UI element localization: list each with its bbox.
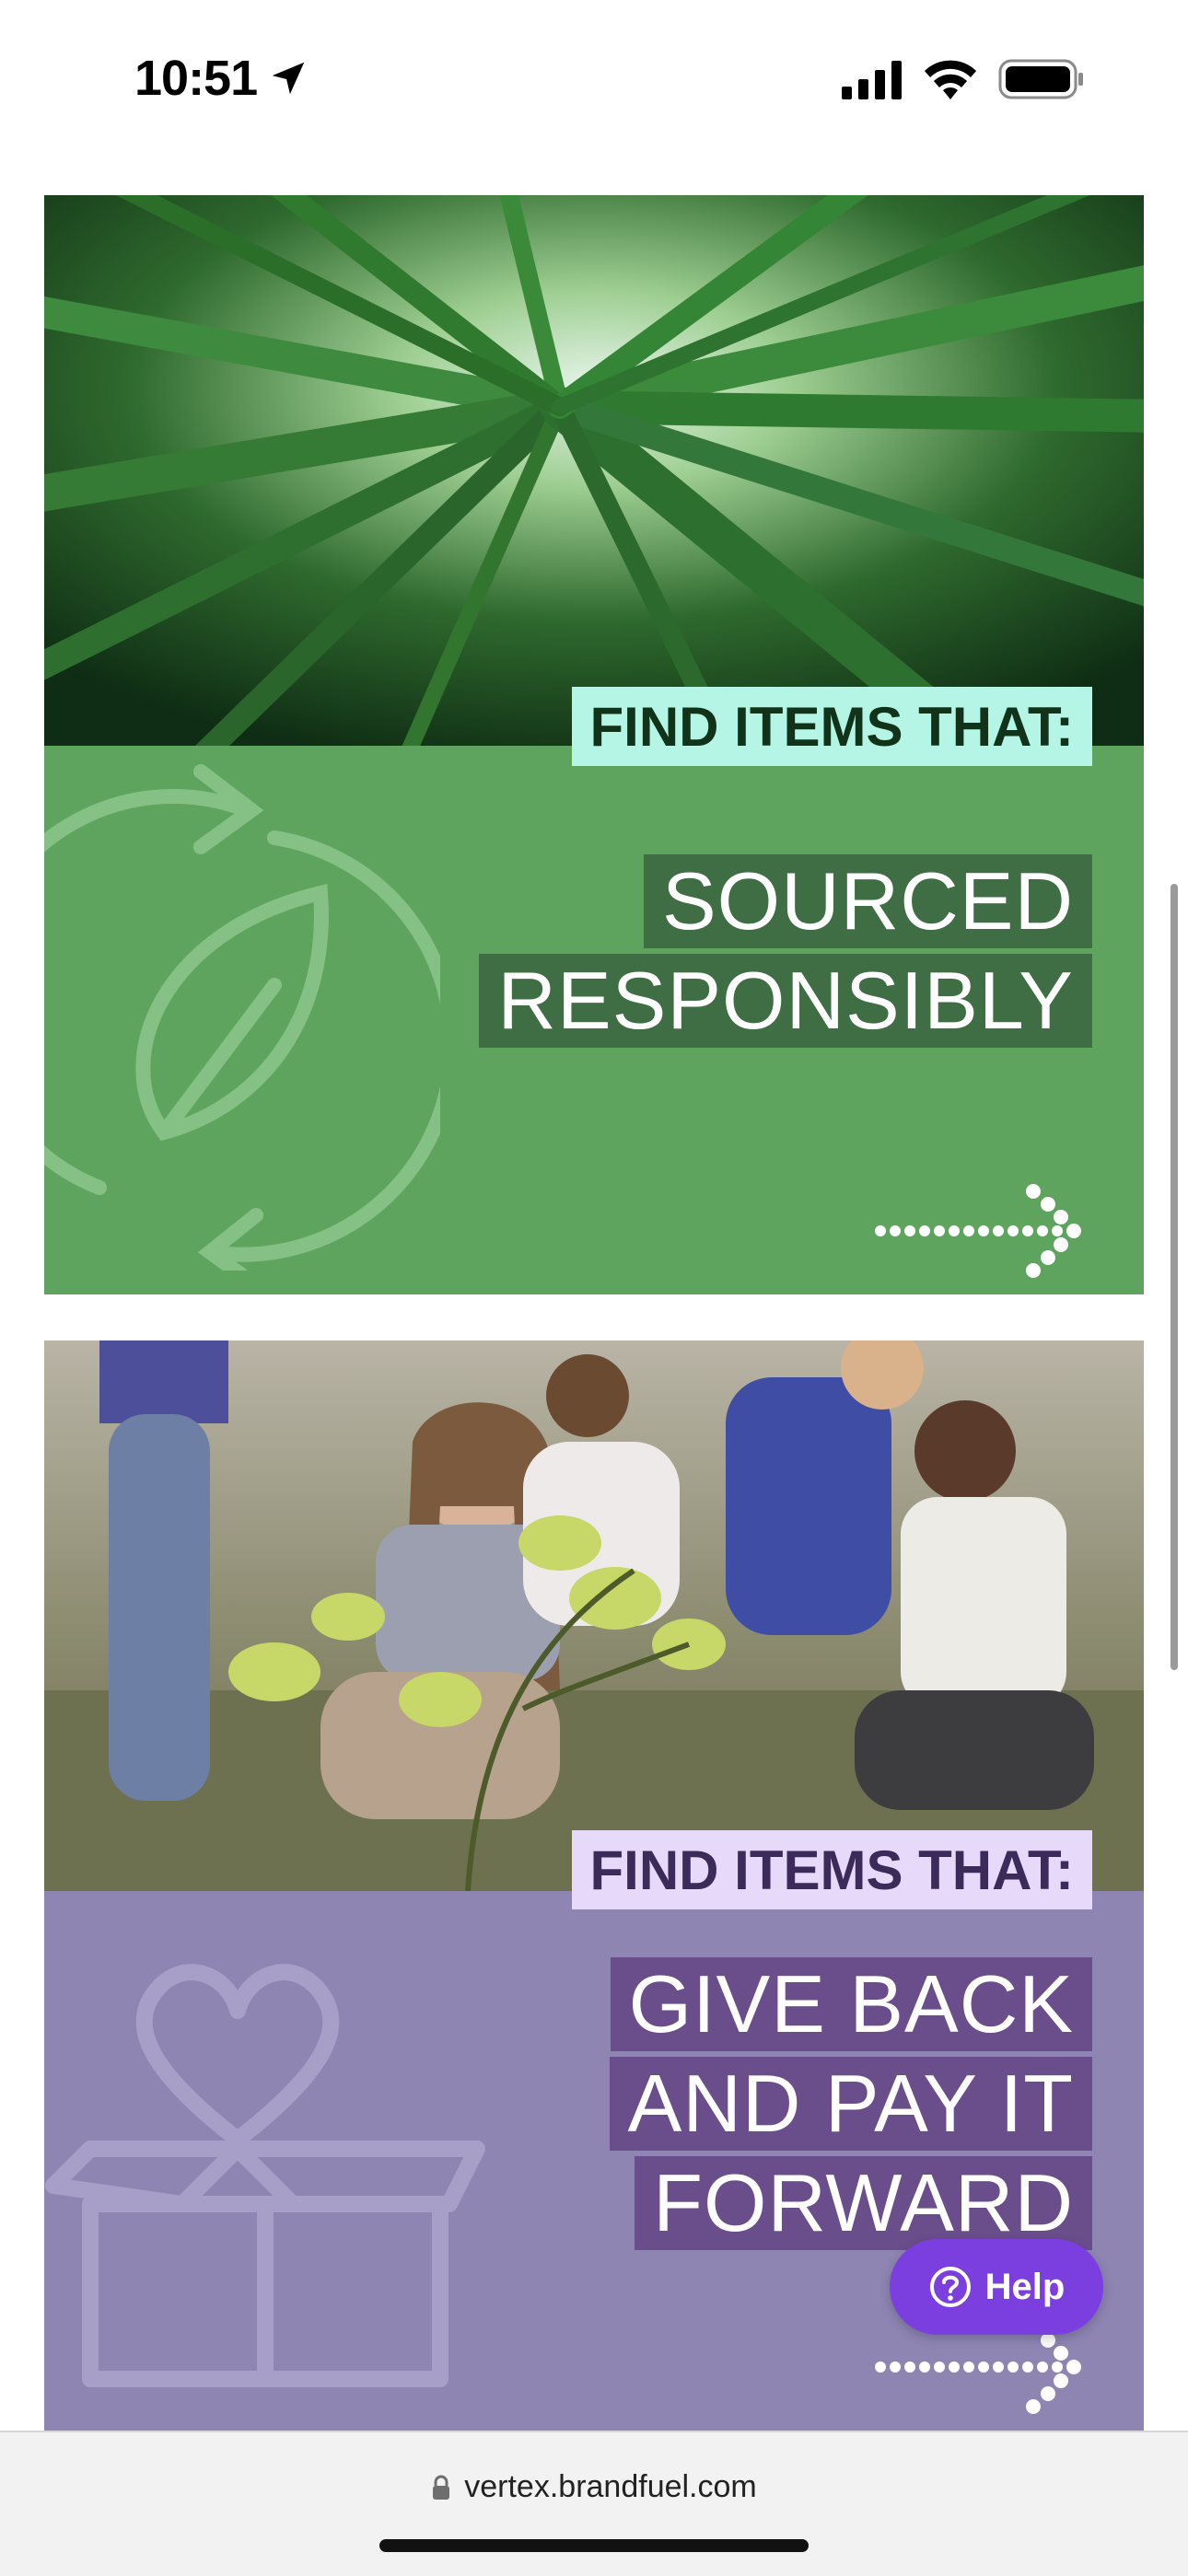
recycle-leaf-icon — [44, 764, 440, 1271]
kids-planting-photo — [44, 1340, 1144, 1891]
browser-address-bar[interactable]: vertex.brandfuel.com — [0, 2431, 1188, 2576]
headline-line-3: FORWARD — [635, 2156, 1092, 2250]
location-arrow-icon — [272, 62, 305, 95]
headline-line-1: GIVE BACK — [610, 1957, 1092, 2051]
status-time: 10:51 — [134, 51, 258, 106]
bamboo-forest-photo — [44, 195, 1144, 746]
headline-line-1: SOURCED — [643, 854, 1092, 948]
status-bar: 10:51 — [0, 0, 1188, 157]
home-indicator[interactable] — [379, 2539, 809, 2552]
help-button[interactable]: Help — [890, 2239, 1103, 2335]
scroll-indicator[interactable] — [1171, 884, 1178, 1670]
arrow-right-icon — [875, 1184, 1081, 1278]
eyebrow-label: FIND ITEMS THAT: — [571, 687, 1092, 766]
question-circle-icon — [929, 2267, 971, 2307]
sourced-responsibly-card[interactable]: FIND ITEMS THAT: SOURCED RESPONSIBLY — [44, 195, 1144, 1294]
headline-line-2: AND PAY IT — [609, 2057, 1092, 2151]
lock-icon — [433, 2475, 450, 2500]
help-label: Help — [984, 2266, 1066, 2307]
battery-icon — [998, 59, 1083, 99]
heart-box-icon — [45, 1964, 485, 2387]
wifi-icon — [925, 60, 976, 99]
url-text: vertex.brandfuel.com — [464, 2469, 757, 2504]
eyebrow-label: FIND ITEMS THAT: — [571, 1830, 1092, 1909]
headline-line-2: RESPONSIBLY — [479, 954, 1092, 1048]
cellular-signal-icon — [842, 61, 902, 99]
url-row[interactable]: vertex.brandfuel.com — [0, 2469, 1188, 2505]
